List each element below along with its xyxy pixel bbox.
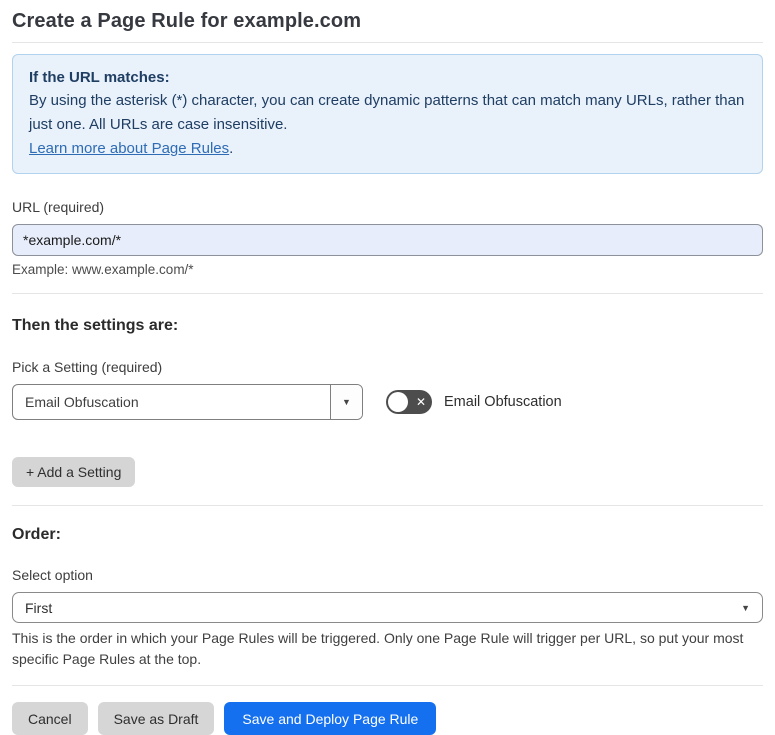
url-input[interactable]	[12, 224, 763, 256]
title-divider	[12, 42, 763, 43]
dropdown-arrow-icon: ▼	[342, 397, 351, 407]
order-help-text: This is the order in which your Page Rul…	[12, 630, 744, 667]
save-as-draft-button[interactable]: Save as Draft	[97, 702, 215, 735]
setting-row: Email Obfuscation ▼ ✕ Email Obfuscation	[12, 384, 763, 420]
settings-section-heading: Then the settings are:	[12, 317, 179, 334]
order-select[interactable]: First ▼	[12, 592, 763, 623]
email-obfuscation-toggle-group: ✕ Email Obfuscation	[386, 390, 562, 414]
chevron-down-icon: ▼	[741, 602, 750, 613]
settings-section-divider	[12, 505, 763, 506]
setting-picker-label: Pick a Setting (required)	[12, 359, 163, 375]
url-field-label: URL (required)	[12, 199, 105, 215]
page-title: Create a Page Rule for example.com	[12, 10, 362, 32]
cancel-button[interactable]: Cancel	[12, 702, 88, 735]
info-box-heading: If the URL matches:	[29, 69, 170, 86]
toggle-knob	[388, 392, 408, 412]
save-and-deploy-button[interactable]: Save and Deploy Page Rule	[224, 702, 437, 735]
email-obfuscation-toggle[interactable]: ✕	[386, 390, 432, 414]
url-section-divider	[12, 293, 763, 294]
learn-more-link[interactable]: Learn more about Page Rules	[29, 140, 229, 157]
url-example-text: Example: www.example.com/*	[12, 262, 194, 277]
toggle-off-x-icon: ✕	[415, 395, 426, 409]
setting-select-value: Email Obfuscation	[25, 394, 139, 410]
footer-divider	[12, 685, 763, 686]
add-setting-button[interactable]: + Add a Setting	[12, 457, 136, 487]
setting-select-arrow-button[interactable]: ▼	[330, 385, 362, 419]
create-page-rule-form: Create a Page Rule for example.com If th…	[0, 10, 775, 735]
order-select-label: Select option	[12, 567, 93, 583]
link-period: .	[229, 140, 234, 157]
info-box-body: By using the asterisk (*) character, you…	[29, 92, 745, 133]
order-select-value: First	[25, 599, 53, 616]
info-box-link-line: Learn more about Page Rules.	[29, 137, 746, 161]
order-section-heading: Order:	[12, 526, 61, 543]
url-match-info-box: If the URL matches: By using the asteris…	[12, 54, 763, 174]
footer-actions: Cancel Save as Draft Save and Deploy Pag…	[12, 702, 763, 735]
toggle-label: Email Obfuscation	[444, 394, 562, 410]
setting-select[interactable]: Email Obfuscation ▼	[12, 384, 363, 420]
